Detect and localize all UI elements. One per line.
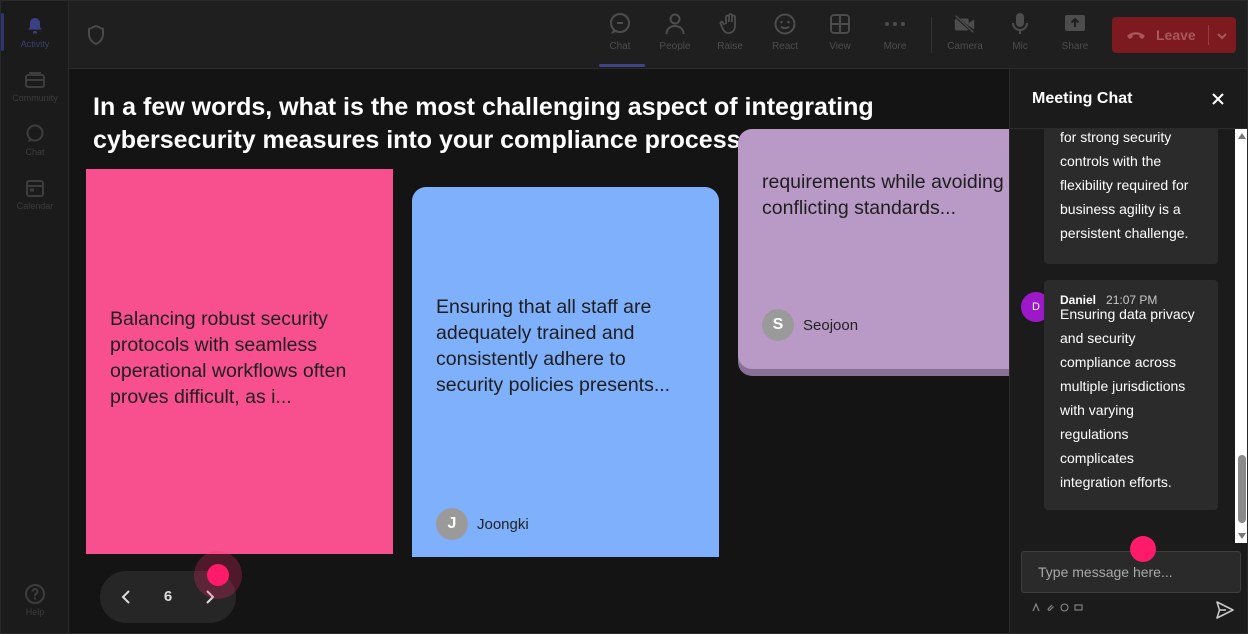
message-text: Ensuring data privacy and security compl… [1060,306,1195,490]
toolbar-share-button[interactable]: Share [1049,11,1101,63]
format-icon[interactable] [1032,603,1041,612]
chevron-down-icon[interactable] [1216,29,1228,41]
share-icon [1063,11,1087,37]
emoji-icon[interactable] [1060,603,1069,612]
chevron-left-icon[interactable] [116,587,136,607]
help-icon [24,583,46,604]
hand-icon [718,11,742,37]
rail-item-label: Community [12,92,58,103]
toolbar-camera-button[interactable]: Camera [939,11,991,63]
grid-icon [828,11,852,37]
shield-icon[interactable] [87,24,105,46]
toolbar-label: Raise [717,41,743,52]
attach-icon[interactable] [1046,603,1055,612]
chat-header: Meeting Chat [1010,69,1247,129]
toolbar-react-button[interactable]: React [759,11,811,63]
format-toolbar [1032,603,1083,612]
toolbar-label: React [771,41,799,52]
response-text: Balancing robust security protocols with… [110,308,347,408]
camera-off-icon [953,11,977,37]
active-underline [599,64,645,67]
message-meta: Daniel 21:07 PM [1044,280,1218,307]
chat-title: Meeting Chat [1032,90,1133,107]
active-indicator [1,13,4,51]
leave-divider [1208,25,1209,45]
toolbar-label: Camera [947,41,983,52]
card-author: S Seojoon [762,309,858,341]
toolbar-view-button[interactable]: View [814,11,866,63]
calendar-icon [24,178,46,198]
leave-label: Leave [1156,27,1196,43]
chat-message: Daniel 21:07 PM Ensuring data privacy and… [1044,280,1218,510]
chat-scrollbar[interactable] [1235,129,1247,543]
response-card[interactable]: requirements while avoiding conflicting … [738,129,1009,369]
chat-icon [608,11,632,37]
meeting-toolbar: Chat People Raise React View More Camera… [69,1,1247,69]
community-icon [24,70,46,90]
author-name: Joongki [477,515,529,533]
chat-message: for strong security controls with the fl… [1044,129,1218,264]
chat-message-input[interactable] [1021,551,1241,593]
toolbar-raise-button[interactable]: Raise [704,11,756,63]
scroll-up-arrow[interactable] [1238,133,1246,139]
mic-icon [1008,11,1032,37]
rail-item-label: Activity [20,38,50,49]
toolbar-label: View [829,41,851,52]
scroll-down-arrow[interactable] [1238,533,1246,539]
response-card[interactable]: Ensuring that all staff are adequately t… [412,187,719,557]
rail-item-label: Chat [25,146,45,157]
toolbar-label: People [659,41,691,52]
avatar: J [436,508,468,540]
toolbar-label: Mic [1012,41,1028,52]
toolbar-label: Chat [609,41,631,52]
send-icon[interactable] [1215,600,1235,620]
left-rail: Activity Community Chat Calendar Help [1,1,69,633]
ellipsis-icon [883,11,907,37]
leave-button[interactable]: Leave [1112,17,1236,53]
cursor-indicator [207,564,229,586]
response-text: requirements while avoiding conflicting … [762,171,1004,219]
cursor-indicator [1130,536,1156,562]
rail-item-help[interactable]: Help [5,575,65,625]
meeting-window: Activity Community Chat Calendar Help Ch… [0,0,1248,634]
gif-icon[interactable] [1074,603,1083,612]
response-card[interactable]: Balancing robust security protocols with… [86,169,393,554]
rail-item-community[interactable]: Community [5,61,65,111]
toolbar-label: More [883,41,907,52]
toolbar-divider [931,17,932,53]
toolbar-label: Share [1061,41,1089,52]
avatar: S [762,309,794,341]
toolbar-chat-button[interactable]: Chat [594,11,646,67]
people-icon [663,11,687,37]
toolbar-more-button[interactable]: More [869,11,921,63]
chat-icon [24,124,46,144]
presentation-stage: In a few words, what is the most challen… [69,69,1009,633]
card-author: J Joongki [436,508,529,540]
response-text: Ensuring that all staff are adequately t… [436,296,671,396]
phone-hangup-icon [1126,29,1146,41]
rail-item-chat[interactable]: Chat [5,115,65,165]
toolbar-people-button[interactable]: People [649,11,701,63]
author-name: Seojoon [803,316,859,334]
chat-panel: Meeting Chat for strong security control… [1009,69,1247,633]
chat-messages: for strong security controls with the fl… [1010,129,1234,543]
close-icon[interactable] [1210,91,1226,107]
rail-item-label: Help [25,606,45,617]
rail-item-activity[interactable]: Activity [1,7,65,57]
scroll-thumb[interactable] [1238,455,1246,523]
message-text: for strong security controls with the fl… [1060,129,1189,241]
rail-item-label: Calendar [16,200,54,211]
toolbar-mic-button[interactable]: Mic [994,11,1046,63]
rail-item-calendar[interactable]: Calendar [5,169,65,219]
page-number: 6 [163,588,173,605]
smiley-icon [773,11,797,37]
bell-icon [24,16,46,36]
